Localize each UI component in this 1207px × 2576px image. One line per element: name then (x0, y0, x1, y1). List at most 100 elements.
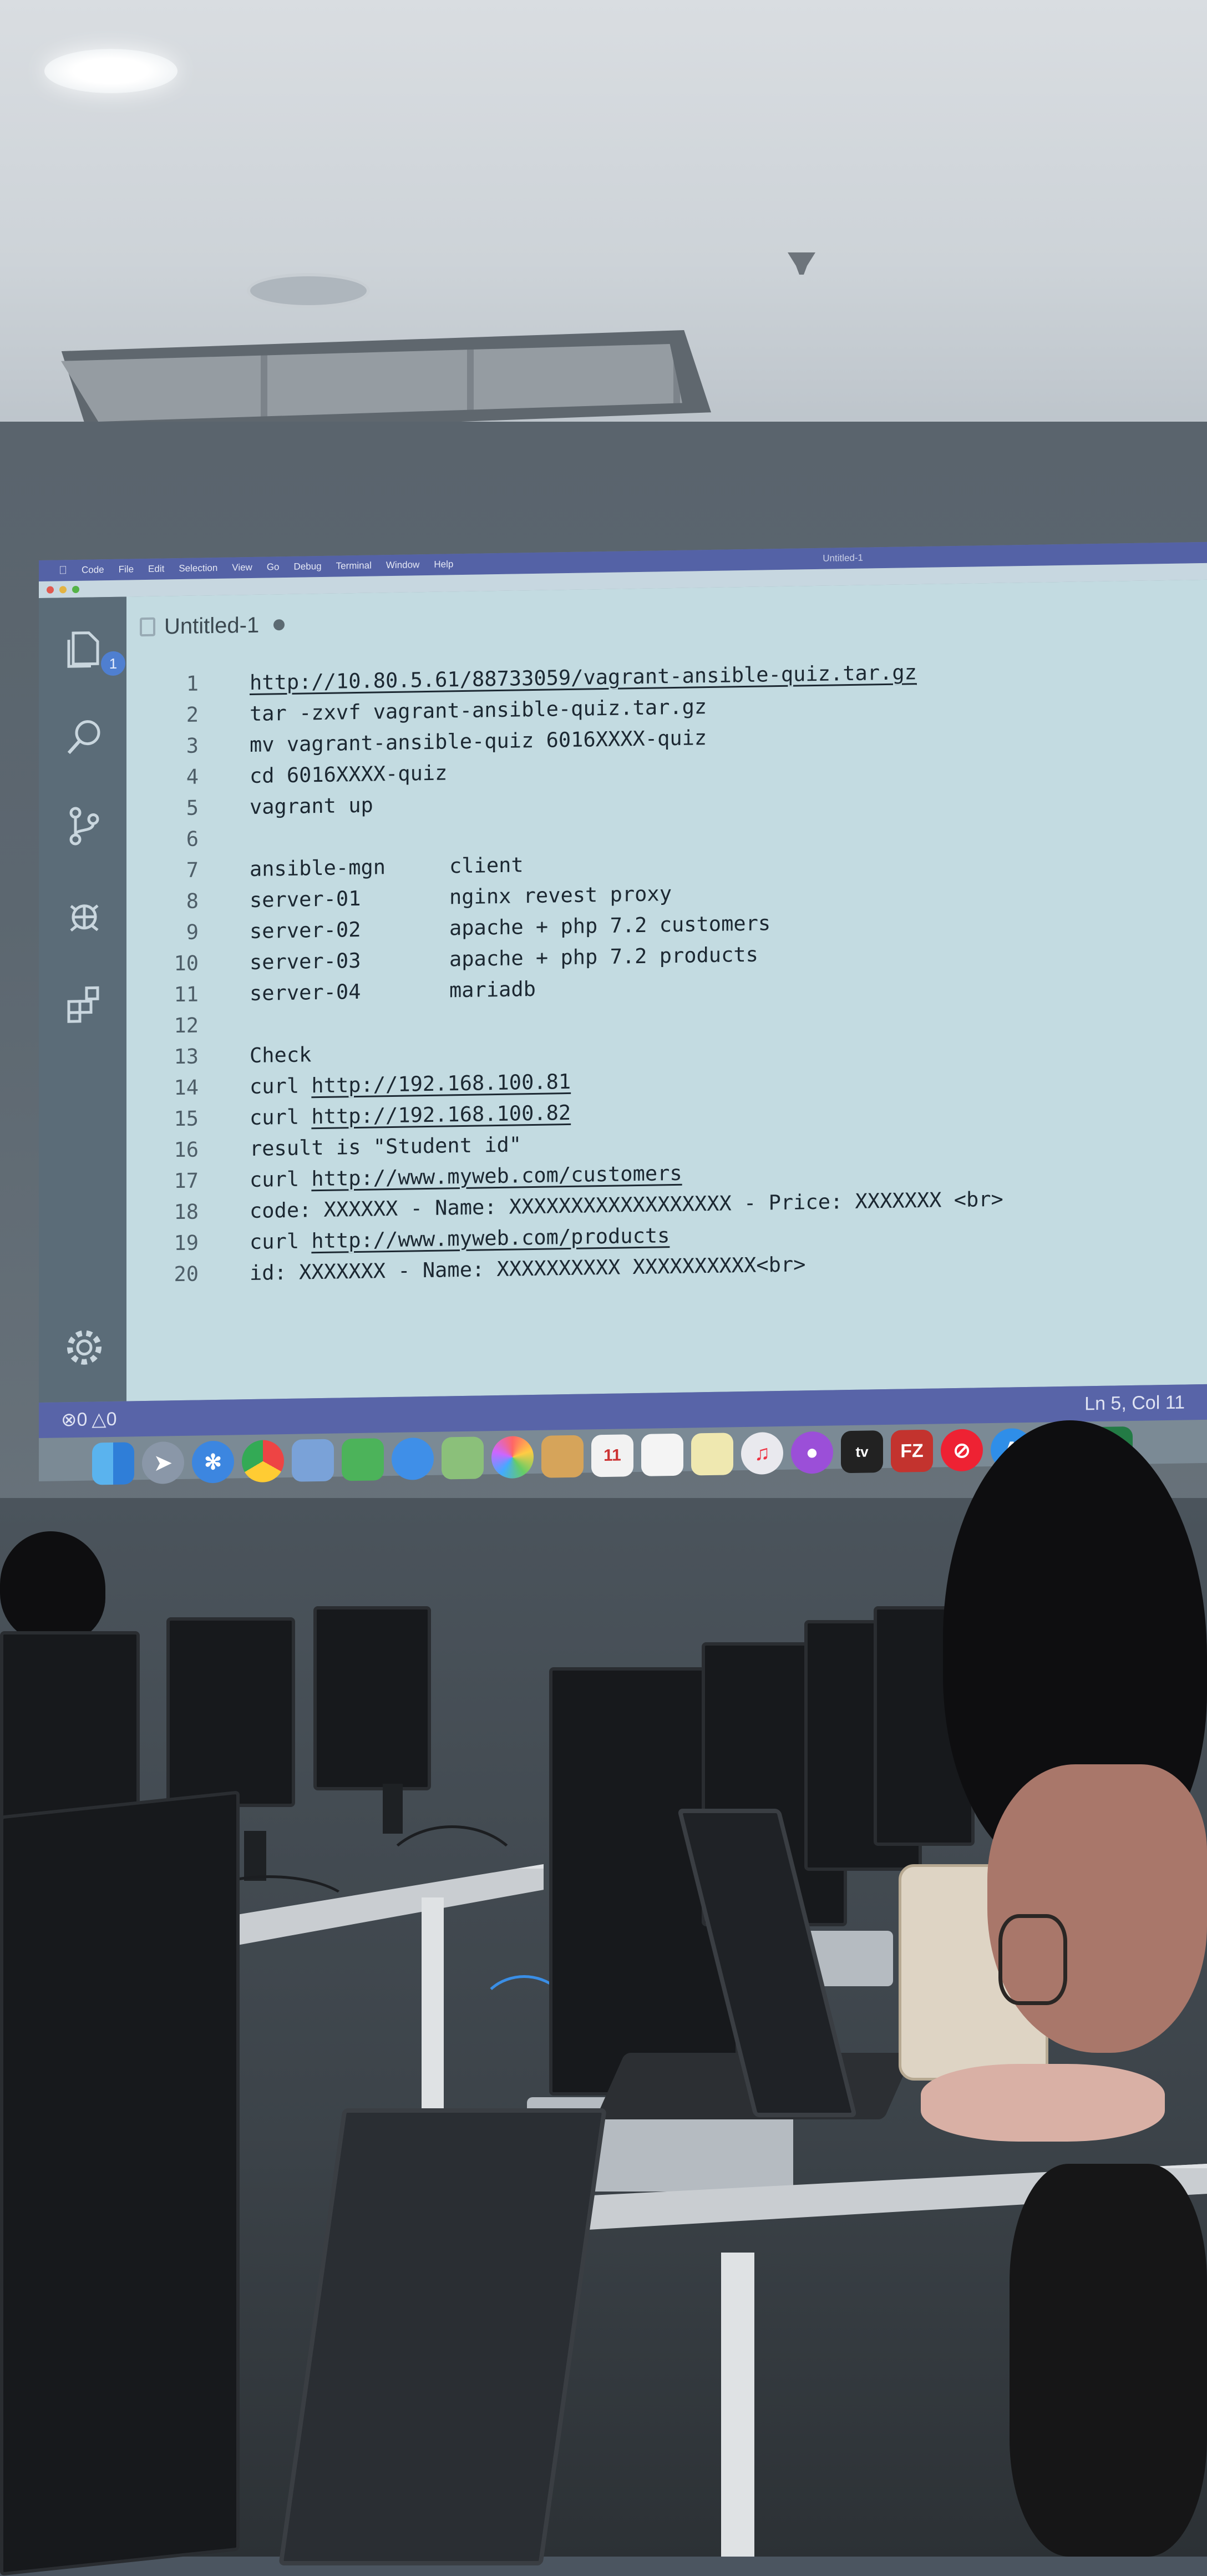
error-icon[interactable]: ⊗ (61, 1409, 77, 1431)
line-number: 16 (174, 1137, 199, 1162)
line-number: 6 (186, 826, 199, 851)
cursor-position[interactable]: Ln 5, Col 11 (1084, 1391, 1185, 1415)
messages-icon[interactable] (392, 1437, 434, 1481)
chrome-icon[interactable] (242, 1440, 284, 1483)
code-text-col2: mariadb (449, 976, 536, 1002)
monitor-foreground (0, 1790, 240, 2576)
line-number: 10 (174, 950, 199, 975)
line-number: 13 (174, 1044, 199, 1069)
filezilla-label: FZ (900, 1440, 924, 1462)
file-icon (140, 617, 155, 637)
source-control-icon[interactable] (61, 802, 108, 849)
finder-icon[interactable] (92, 1442, 134, 1485)
code-lines[interactable]: 1 http://10.80.5.61/88733059/vagrant-ansi… (138, 652, 1207, 1290)
code-link[interactable]: http://192.168.100.82 (311, 1100, 571, 1128)
music-icon[interactable]: ♫ (741, 1431, 783, 1475)
code-text: curl (250, 1166, 312, 1192)
code-text: vagrant up (250, 793, 373, 819)
calendar-icon[interactable]: 11 (591, 1434, 633, 1477)
code-text-col2: apache + php 7.2 products (449, 942, 758, 971)
line-number: 17 (174, 1168, 199, 1193)
code-text: ansible-mgn (250, 854, 386, 881)
minimize-window-button[interactable] (59, 585, 67, 593)
line-number: 5 (186, 795, 199, 820)
student-body (1010, 2164, 1207, 2557)
menu-terminal[interactable]: Terminal (336, 560, 372, 572)
code-text: curl (250, 1228, 312, 1254)
desk-leg (721, 2253, 754, 2557)
code-text: cd 6016XXXX-quiz (250, 760, 448, 788)
line-number: 18 (174, 1199, 199, 1224)
line-number: 2 (186, 702, 199, 727)
code-text: Check (250, 1042, 312, 1067)
podcasts-icon[interactable]: ● (791, 1431, 833, 1474)
code-link[interactable]: http://192.168.100.81 (311, 1069, 571, 1097)
line-number: 9 (186, 919, 199, 944)
student-face (987, 1764, 1207, 2053)
menu-edit[interactable]: Edit (148, 563, 164, 574)
menu-selection[interactable]: Selection (179, 563, 217, 574)
code-text-col2: nginx revest proxy (449, 881, 672, 909)
menu-window[interactable]: Window (386, 559, 419, 571)
stickies-icon[interactable] (691, 1433, 733, 1476)
menu-view[interactable]: View (232, 562, 252, 574)
search-icon[interactable] (61, 713, 108, 761)
debug-icon[interactable] (61, 891, 108, 938)
warning-count[interactable]: 0 (106, 1408, 117, 1430)
code-text: id: XXXXXXX - Name: XXXXXXXXXX XXXXXXXXX… (250, 1252, 806, 1285)
ceiling-light (44, 49, 178, 93)
facetime-icon[interactable] (342, 1438, 384, 1481)
code-text: tar -zxvf vagrant-ansible-quiz.tar.gz (250, 694, 707, 726)
safari-icon[interactable]: ✻ (192, 1440, 234, 1484)
error-count[interactable]: 0 (77, 1409, 88, 1430)
menu-debug[interactable]: Debug (294, 561, 322, 573)
code-text: server-03 (250, 948, 361, 974)
reminders-icon[interactable] (641, 1433, 683, 1476)
zoom-window-button[interactable] (72, 585, 79, 593)
window-title: Untitled-1 (823, 552, 863, 564)
monitor-stand (383, 1784, 403, 1834)
line-number: 4 (186, 764, 199, 789)
code-link[interactable]: http://www.myweb.com/customers (311, 1161, 682, 1190)
launchpad-icon[interactable]: ➤ (142, 1441, 184, 1485)
menu-app-name[interactable]: Code (82, 564, 104, 576)
photos-icon[interactable] (491, 1435, 534, 1479)
files-icon[interactable]: 1 (61, 625, 125, 676)
code-link[interactable]: http://www.myweb.com/products (311, 1223, 670, 1253)
code-text-col2: client (449, 852, 524, 878)
unsaved-dot-icon[interactable] (273, 619, 285, 631)
code-text-col2: apache + php 7.2 customers (449, 910, 771, 940)
activity-bar: 1 (39, 596, 126, 1403)
code-text: result is "Student id" (250, 1132, 522, 1161)
line-number: 8 (186, 888, 199, 913)
blocked-icon[interactable]: ⊘ (941, 1429, 983, 1472)
line-number: 14 (174, 1075, 199, 1100)
calendar-day: 11 (604, 1446, 621, 1465)
cable (377, 1825, 527, 1942)
warning-icon[interactable]: △ (92, 1408, 106, 1430)
eyeglasses (998, 1914, 1067, 2005)
ceiling-speaker (247, 273, 370, 308)
projected-screen:  Code File Edit Selection View Go Debug… (39, 541, 1207, 1485)
student-head-left (0, 1531, 105, 1642)
notes-icon[interactable] (541, 1435, 584, 1478)
line-number: 1 (186, 671, 199, 696)
menu-go[interactable]: Go (267, 561, 280, 573)
apple-icon[interactable]:  (59, 564, 67, 577)
line-number: 20 (174, 1261, 199, 1286)
close-window-button[interactable] (47, 586, 54, 594)
extensions-icon[interactable] (61, 980, 108, 1027)
appletv-icon[interactable]: tv (841, 1430, 883, 1474)
monitor (313, 1606, 431, 1790)
code-text: server-01 (250, 886, 361, 912)
editor-area[interactable]: Untitled-1 1 http://10.80.5.61/88733059/v… (126, 579, 1207, 1401)
filezilla-icon[interactable]: FZ (891, 1429, 933, 1472)
menu-file[interactable]: File (119, 564, 134, 575)
line-number: 12 (174, 1013, 199, 1038)
preview-icon[interactable] (292, 1439, 334, 1482)
maps-icon[interactable] (442, 1436, 484, 1480)
code-text: curl (250, 1104, 312, 1130)
editor-tab[interactable]: Untitled-1 (126, 594, 326, 658)
menu-help[interactable]: Help (434, 559, 453, 570)
gear-icon[interactable] (61, 1324, 108, 1371)
